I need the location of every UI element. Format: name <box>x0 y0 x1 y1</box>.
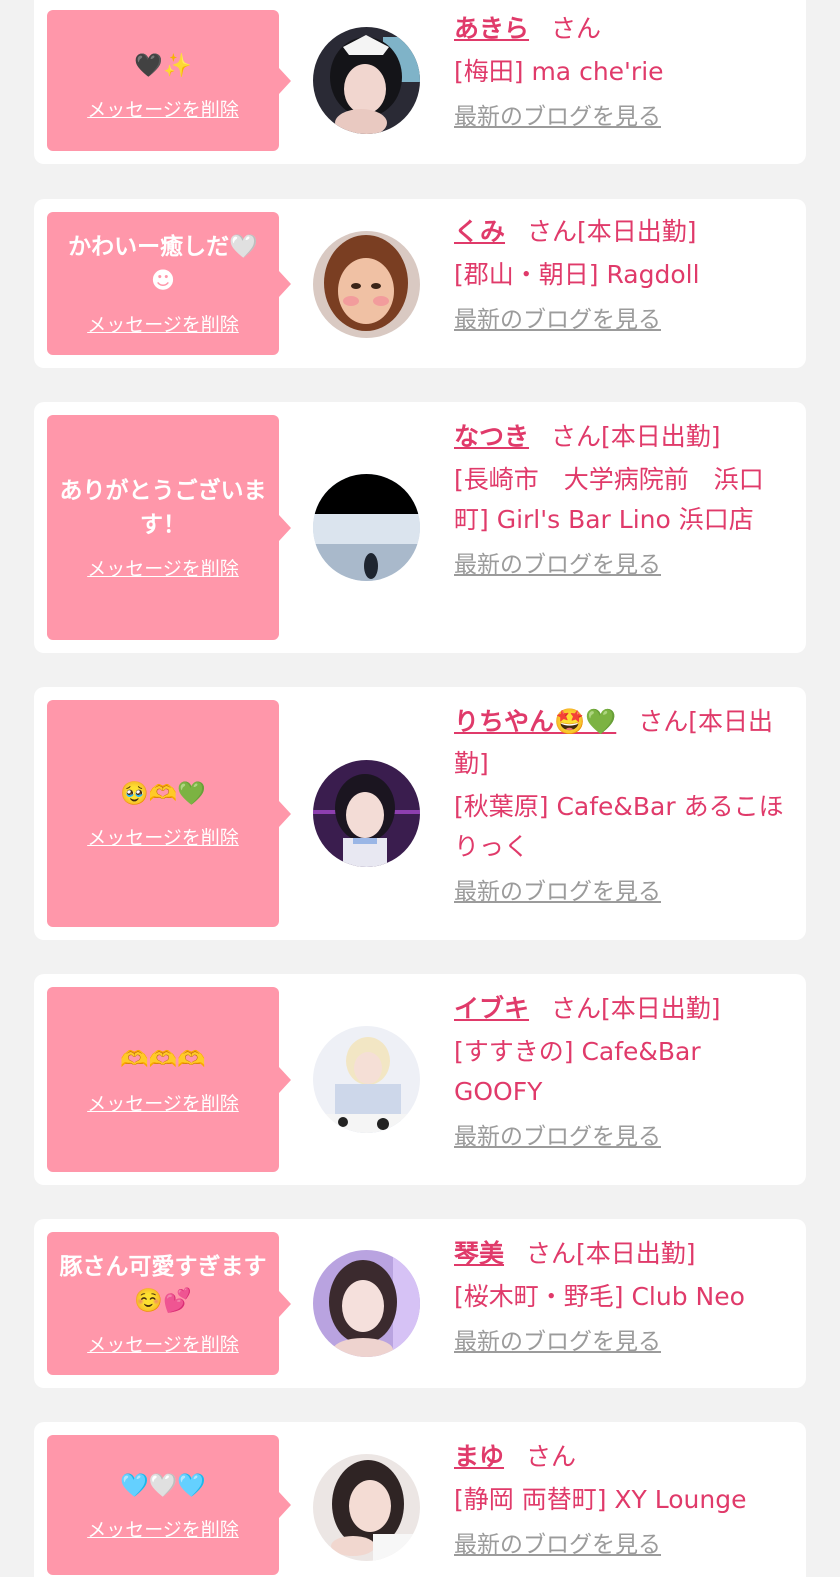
cast-info: イブキ さん[本日出勤] [すすきの] Cafe&Bar GOOFY 最新のブログ… <box>454 988 789 1152</box>
list-item: かわいー癒しだ🤍☻ メッセージを削除 くみ さん[本日出勤] [郡山・朝日] Ra… <box>34 199 806 368</box>
avatar[interactable] <box>313 1454 420 1561</box>
delete-message-link[interactable]: メッセージを削除 <box>87 95 239 122</box>
list-item: 🩵🤍🩵 メッセージを削除 まゆ さん [静岡 両替町] XY Lounge 最新の… <box>34 1422 806 1577</box>
shop-name: [梅田] ma che'rie <box>454 57 664 86</box>
message-text: かわいー癒しだ🤍☻ <box>68 234 258 294</box>
message-bubble: 🖤✨ メッセージを削除 <box>47 10 291 151</box>
message-bubble: 🥹🫶💚 メッセージを削除 <box>47 700 291 927</box>
latest-blog-link[interactable]: 最新のブログを見る <box>454 1327 789 1357</box>
delete-message-link[interactable]: メッセージを削除 <box>87 554 239 581</box>
message-text: 豚さん可愛すぎます☺️💕 <box>59 1254 267 1314</box>
message-bubble: 豚さん可愛すぎます☺️💕 メッセージを削除 <box>47 1232 291 1375</box>
avatar[interactable] <box>313 760 420 867</box>
status-badge: [本日出勤] <box>601 994 721 1023</box>
list-item: ありがとうございます！ メッセージを削除 なつき さん[本日出勤] [長崎市 大学… <box>34 402 806 653</box>
cast-info: くみ さん[本日出勤] [郡山・朝日] Ragdoll 最新のブログを見る <box>454 211 789 335</box>
message-text: 🩵🤍🩵 <box>120 1472 206 1499</box>
cast-name-link[interactable]: なつき <box>454 422 529 451</box>
cast-info: まゆ さん [静岡 両替町] XY Lounge 最新のブログを見る <box>454 1436 789 1560</box>
avatar[interactable] <box>313 1250 420 1357</box>
latest-blog-link[interactable]: 最新のブログを見る <box>454 1530 789 1560</box>
cast-info: なつき さん[本日出勤] [長崎市 大学病院前 浜口町] Girl's Bar L… <box>454 416 789 580</box>
delete-message-link[interactable]: メッセージを削除 <box>87 1515 239 1542</box>
shop-name: [郡山・朝日] Ragdoll <box>454 260 700 289</box>
cast-name-link[interactable]: まゆ <box>454 1442 504 1471</box>
message-bubble: 🩵🤍🩵 メッセージを削除 <box>47 1435 291 1575</box>
message-list: 🖤✨ メッセージを削除 あきら さん [梅田] ma che'rie 最新のブログ… <box>0 0 840 1577</box>
honorific: さん <box>526 1442 577 1471</box>
delete-message-link[interactable]: メッセージを削除 <box>87 310 239 337</box>
status-badge: [本日出勤] <box>601 422 721 451</box>
avatar[interactable] <box>313 27 420 134</box>
latest-blog-link[interactable]: 最新のブログを見る <box>454 877 789 907</box>
shop-name: [静岡 両替町] XY Lounge <box>454 1485 747 1514</box>
status-badge: [本日出勤] <box>577 217 697 246</box>
cast-name-link[interactable]: りちやん🤩💚 <box>454 707 616 736</box>
latest-blog-link[interactable]: 最新のブログを見る <box>454 550 789 580</box>
message-bubble: ありがとうございます！ メッセージを削除 <box>47 415 291 640</box>
cast-name-link[interactable]: 琴美 <box>454 1239 504 1268</box>
list-item: 豚さん可愛すぎます☺️💕 メッセージを削除 琴美 さん[本日出勤] [桜木町・野毛… <box>34 1219 806 1388</box>
list-item: 🥹🫶💚 メッセージを削除 りちやん🤩💚 さん[本日出勤] [秋葉原] Cafe&B… <box>34 687 806 940</box>
delete-message-link[interactable]: メッセージを削除 <box>87 823 239 850</box>
status-badge: [本日出勤] <box>576 1239 696 1268</box>
message-text: 🥹🫶💚 <box>120 781 206 807</box>
list-item: 🫶🫶🫶 メッセージを削除 イブキ さん[本日出勤] [すすきの] Cafe&Bar… <box>34 974 806 1185</box>
honorific: さん <box>551 422 602 451</box>
latest-blog-link[interactable]: 最新のブログを見る <box>454 102 789 132</box>
avatar[interactable] <box>313 1026 420 1133</box>
honorific: さん <box>551 14 602 43</box>
message-text: 🫶🫶🫶 <box>120 1047 206 1073</box>
honorific: さん <box>551 994 602 1023</box>
avatar[interactable] <box>313 474 420 581</box>
honorific: さん <box>638 707 689 736</box>
delete-message-link[interactable]: メッセージを削除 <box>87 1089 239 1116</box>
shop-name: [秋葉原] Cafe&Bar あるこほりっく <box>454 792 784 861</box>
cast-name-link[interactable]: イブキ <box>454 994 529 1023</box>
message-text: 🖤✨ <box>134 53 192 79</box>
latest-blog-link[interactable]: 最新のブログを見る <box>454 1122 789 1152</box>
message-bubble: かわいー癒しだ🤍☻ メッセージを削除 <box>47 212 291 355</box>
message-text: ありがとうございます！ <box>59 478 267 538</box>
cast-info: 琴美 さん[本日出勤] [桜木町・野毛] Club Neo 最新のブログを見る <box>454 1233 789 1357</box>
message-bubble: 🫶🫶🫶 メッセージを削除 <box>47 987 291 1172</box>
list-item: 🖤✨ メッセージを削除 あきら さん [梅田] ma che'rie 最新のブログ… <box>34 0 806 164</box>
honorific: さん <box>527 217 578 246</box>
cast-name-link[interactable]: あきら <box>454 14 529 43</box>
cast-info: あきら さん [梅田] ma che'rie 最新のブログを見る <box>454 8 789 132</box>
shop-name: [長崎市 大学病院前 浜口町] Girl's Bar Lino 浜口店 <box>454 465 764 534</box>
honorific: さん <box>526 1239 577 1268</box>
shop-name: [すすきの] Cafe&Bar GOOFY <box>454 1037 701 1106</box>
avatar[interactable] <box>313 231 420 338</box>
delete-message-link[interactable]: メッセージを削除 <box>87 1330 239 1357</box>
cast-name-link[interactable]: くみ <box>454 217 505 246</box>
shop-name: [桜木町・野毛] Club Neo <box>454 1282 745 1311</box>
cast-info: りちやん🤩💚 さん[本日出勤] [秋葉原] Cafe&Bar あるこほりっく 最新… <box>454 701 789 907</box>
latest-blog-link[interactable]: 最新のブログを見る <box>454 305 789 335</box>
